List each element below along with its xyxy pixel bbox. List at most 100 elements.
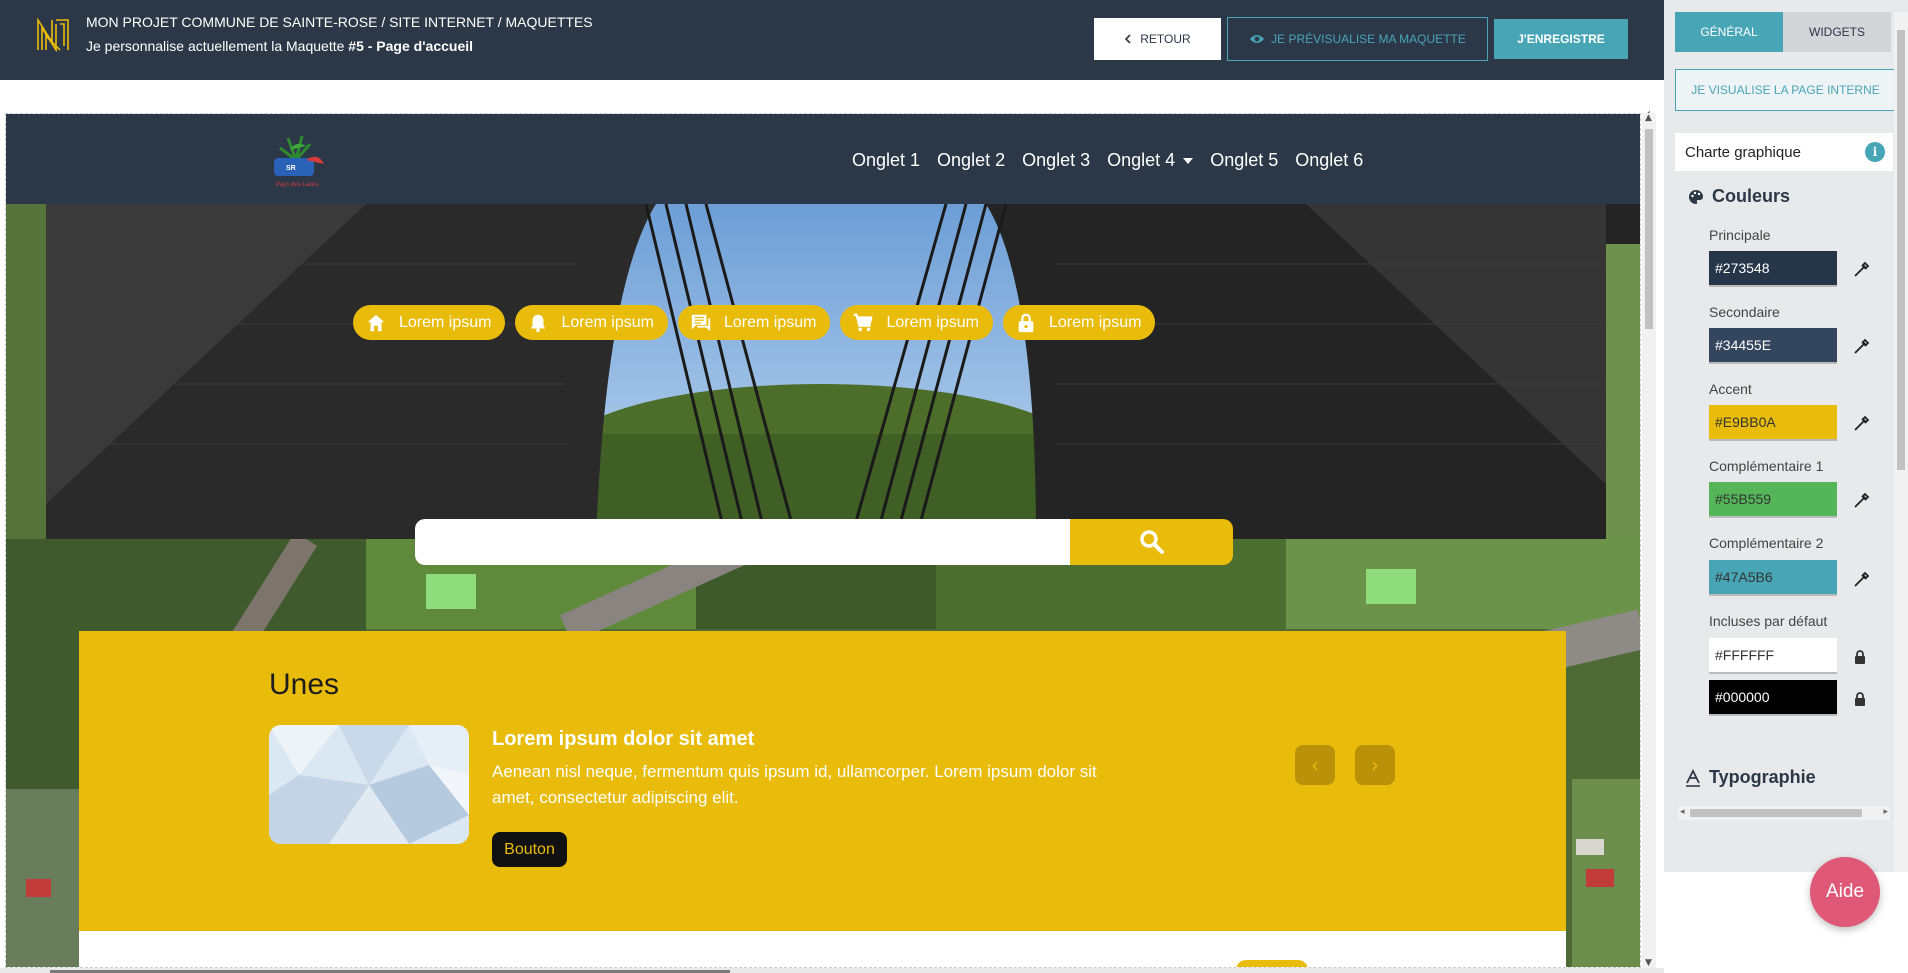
help-button[interactable]: Aide <box>1810 857 1880 927</box>
default-colors-label: Incluses par défaut <box>1709 613 1828 629</box>
back-button-label: RETOUR <box>1140 32 1191 46</box>
typography-heading-label: Typographie <box>1709 767 1816 787</box>
typography-heading: Typographie <box>1685 767 1816 788</box>
section-selector[interactable]: Charte graphique i <box>1675 133 1893 171</box>
scroll-up-icon[interactable]: ▲ <box>1645 113 1652 123</box>
app-root: MON PROJET COMMUNE DE SAINTE-ROSE / SITE… <box>0 0 1908 973</box>
quick-link-label: Lorem ipsum <box>1048 313 1142 331</box>
panel-vertical-scrollbar[interactable] <box>1894 12 1908 872</box>
scroll-down-icon[interactable]: ▼ <box>1645 958 1652 968</box>
font-icon <box>1686 768 1700 787</box>
eye-icon <box>1250 35 1265 43</box>
lock-icon <box>1855 692 1865 706</box>
scrollbar-thumb[interactable] <box>1645 129 1653 329</box>
search-icon <box>1139 530 1164 554</box>
nav-tab-4[interactable]: Onglet 4 <box>1107 150 1194 171</box>
color-field-principale[interactable]: #273548 <box>1709 251 1837 287</box>
nav-tab-5[interactable]: Onglet 5 <box>1210 150 1278 171</box>
palette-icon <box>1689 189 1703 204</box>
maquette-name: #5 - Page d'accueil <box>348 38 474 54</box>
logo-tagline: Pays des Laves <box>276 182 318 188</box>
search-input[interactable] <box>415 519 1070 565</box>
next-section <box>79 931 1566 967</box>
info-icon[interactable]: i <box>1865 142 1885 162</box>
chevron-left-icon <box>1125 34 1131 44</box>
visualise-internal-page-button[interactable]: JE VISUALISE LA PAGE INTERNE <box>1675 69 1896 111</box>
color-field-complementaire-1[interactable]: #55B559 <box>1709 482 1837 518</box>
lock-icon <box>1018 313 1034 332</box>
quick-link-chat[interactable]: Lorem ipsum <box>677 305 831 340</box>
color-label-accent: Accent <box>1709 381 1752 397</box>
quick-link-bell[interactable]: Lorem ipsum <box>515 305 668 340</box>
eyedropper-icon[interactable] <box>1852 490 1872 510</box>
quick-link-label: Lorem ipsum <box>886 313 979 331</box>
color-label-secondaire: Secondaire <box>1709 304 1780 320</box>
panel-horizontal-scrollbar[interactable]: ◂ ▸ <box>1678 806 1890 820</box>
color-label-complementaire-2: Complémentaire 2 <box>1709 535 1824 551</box>
nav-tab-1[interactable]: Onglet 1 <box>852 150 920 171</box>
color-label-complementaire-1: Complémentaire 1 <box>1709 458 1824 474</box>
site-preview-frame: SR Pays des Laves Onglet 1 Onglet 2 Ongl… <box>5 113 1641 968</box>
color-field-black: #000000 <box>1709 680 1837 716</box>
color-field-complementaire-2[interactable]: #47A5B6 <box>1709 560 1837 596</box>
color-field-accent[interactable]: #E9BB0A <box>1709 405 1837 441</box>
scrollbar-thumb[interactable] <box>1690 809 1862 817</box>
eyedropper-icon[interactable] <box>1852 569 1872 589</box>
tab-general[interactable]: GÉNÉRAL <box>1675 12 1783 52</box>
scroll-left-icon[interactable]: ◂ <box>1680 807 1685 817</box>
project-breadcrumb: MON PROJET COMMUNE DE SAINTE-ROSE / SITE… <box>86 14 593 30</box>
next-section-badge <box>1236 960 1308 967</box>
tab-widgets[interactable]: WIDGETS <box>1783 12 1891 52</box>
sainte-rose-logo-icon: SR Pays des Laves <box>274 135 324 188</box>
top-bar: MON PROJET COMMUNE DE SAINTE-ROSE / SITE… <box>0 0 1664 80</box>
color-label-principale: Principale <box>1709 227 1771 243</box>
colors-heading: Couleurs <box>1688 186 1790 207</box>
carousel-prev-button[interactable]: ‹ <box>1295 745 1335 785</box>
eyedropper-icon[interactable] <box>1852 413 1872 433</box>
bridge-photo <box>6 204 1640 539</box>
preview-button[interactable]: JE PRÉVISUALISE MA MAQUETTE <box>1227 17 1488 61</box>
eyedropper-icon[interactable] <box>1852 259 1872 279</box>
editing-subtitle-prefix: Je personnalise actuellement la Maquette <box>86 38 349 54</box>
colors-heading-label: Couleurs <box>1712 186 1791 206</box>
low-poly-placeholder <box>269 725 469 844</box>
unes-excerpt: Aenean nisl neque, fermentum quis ipsum … <box>492 762 1097 807</box>
nav-tab-3[interactable]: Onglet 3 <box>1022 150 1090 171</box>
chevron-down-icon <box>1183 157 1194 164</box>
quick-link-cart[interactable]: Lorem ipsum <box>840 305 993 340</box>
preview-button-label: JE PRÉVISUALISE MA MAQUETTE <box>1271 32 1466 46</box>
eyedropper-icon[interactable] <box>1852 336 1872 356</box>
nav-tab-2[interactable]: Onglet 2 <box>937 150 1005 171</box>
preview-scrollbar[interactable]: ▲ ▼ <box>1642 113 1656 968</box>
site-nav-tabs: Onglet 1 Onglet 2 Onglet 3 Onglet 4 Ongl… <box>852 150 1363 171</box>
cart-icon <box>854 313 874 331</box>
unes-thumbnail[interactable] <box>269 725 469 844</box>
site-navbar: SR Pays des Laves Onglet 1 Onglet 2 Ongl… <box>6 114 1640 204</box>
scrollbar-thumb[interactable] <box>1897 30 1905 470</box>
quick-link-label: Lorem ipsum <box>399 313 492 331</box>
home-icon <box>367 314 385 331</box>
quick-link-label: Lorem ipsum <box>723 313 817 331</box>
color-field-secondaire[interactable]: #34455E <box>1709 328 1837 364</box>
quick-link-lock[interactable]: Lorem ipsum <box>1002 305 1156 340</box>
nav-tab-6[interactable]: Onglet 6 <box>1295 150 1363 171</box>
scroll-right-icon[interactable]: ▸ <box>1883 807 1888 817</box>
unes-section: Unes Lorem ipsum dolor sit amet Aenean n… <box>79 631 1566 931</box>
hero-image <box>6 204 1640 539</box>
unes-headline[interactable]: Lorem ipsum dolor sit amet <box>492 728 754 751</box>
back-button[interactable]: RETOUR <box>1094 18 1221 60</box>
color-field-white: #FFFFFF <box>1709 638 1837 674</box>
section-selector-label: Charte graphique <box>1685 143 1801 161</box>
bell-icon <box>531 314 546 332</box>
nav-tab-4-label: Onglet 4 <box>1107 150 1176 170</box>
carousel-next-button[interactable]: › <box>1355 745 1395 785</box>
quick-link-home[interactable]: Lorem ipsum <box>353 305 506 340</box>
unes-button[interactable]: Bouton <box>492 832 567 867</box>
quick-links: Lorem ipsum Lorem ipsum Lorem ipsum Lore… <box>353 305 1156 340</box>
app-logo-icon <box>37 18 69 52</box>
search-button[interactable] <box>1070 519 1233 565</box>
quick-link-label: Lorem ipsum <box>561 313 654 331</box>
unes-title: Unes <box>269 668 340 701</box>
chat-icon <box>691 314 711 331</box>
save-button[interactable]: J'ENREGISTRE <box>1494 19 1628 59</box>
